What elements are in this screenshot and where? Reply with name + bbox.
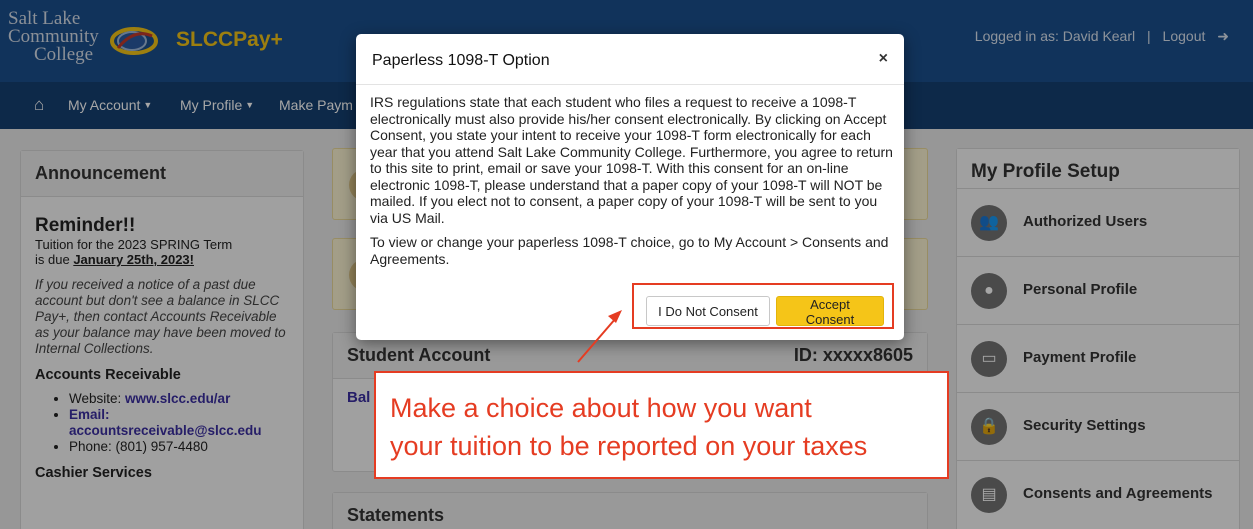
- annotation-callout: Make a choice about how you want your tu…: [374, 371, 949, 479]
- callout-text: Make a choice about how you want your tu…: [390, 393, 868, 461]
